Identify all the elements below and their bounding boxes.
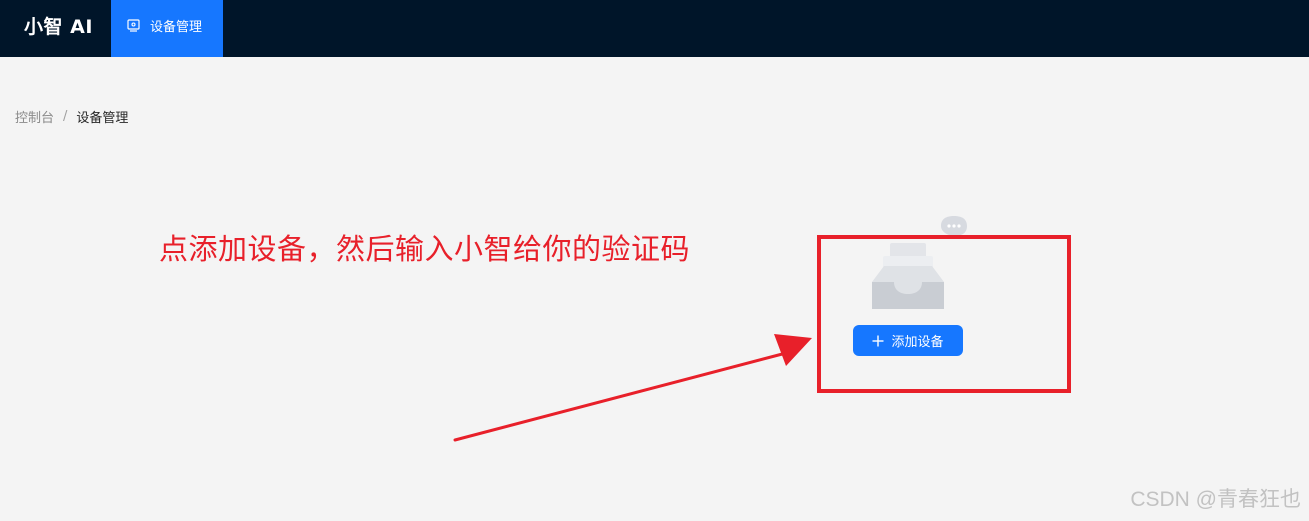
watermark: CSDN @青春狂也	[1130, 488, 1301, 511]
annotation-text: 点添加设备，然后输入小智给你的验证码	[159, 232, 691, 266]
breadcrumb-item-current: 设备管理	[76, 111, 129, 126]
top-navigation-bar: 小智 AI 设备管理	[0, 0, 1309, 57]
highlight-box	[817, 235, 1071, 393]
nav-item-label: 设备管理	[150, 20, 203, 35]
brand-logo[interactable]: 小智 AI	[24, 0, 93, 57]
breadcrumb: 控制台 / 设备管理	[15, 107, 128, 126]
breadcrumb-separator: /	[63, 109, 68, 124]
breadcrumb-item-console[interactable]: 控制台	[15, 107, 54, 126]
device-icon	[127, 19, 140, 32]
nav-item-device-management[interactable]: 设备管理	[111, 0, 223, 57]
